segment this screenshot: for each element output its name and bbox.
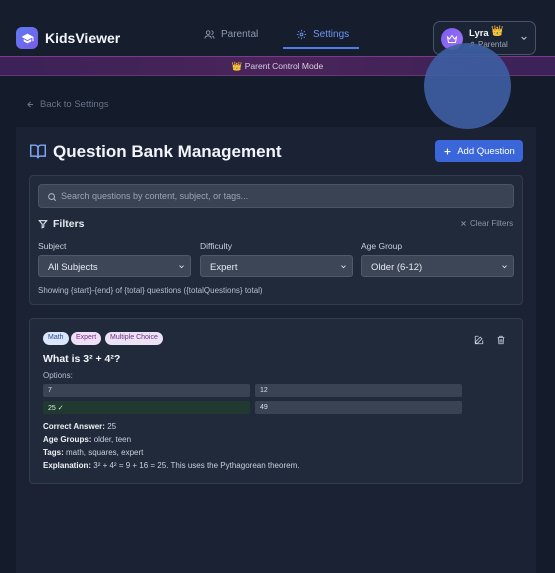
option-item: 49: [255, 401, 462, 414]
tags-label: Tags:: [43, 448, 64, 457]
chevron-down-icon: [179, 265, 184, 269]
nav-parental-label: Parental: [221, 29, 259, 40]
age-groups-label: Age Groups:: [43, 435, 92, 444]
clear-filters-label: Clear Filters: [470, 219, 514, 228]
option-item: 7: [43, 384, 250, 397]
nav-settings[interactable]: Settings: [296, 29, 349, 40]
correct-answer-row: Correct Answer: 25: [43, 422, 116, 431]
correct-answer-value: 25: [107, 422, 117, 431]
question-text: What is 3² + 4²?: [43, 353, 121, 365]
age-group-select-value: Older (6-12): [371, 262, 423, 273]
nav-parental[interactable]: Parental: [204, 29, 258, 40]
difficulty-badge: Expert: [71, 332, 102, 345]
subject-label: Subject: [38, 241, 67, 251]
difficulty-select[interactable]: Expert: [200, 255, 353, 277]
graduation-cap-icon[interactable]: [16, 27, 38, 49]
option-item: 12: [255, 384, 462, 397]
subject-select[interactable]: All Subjects: [38, 255, 191, 277]
filter-icon: [38, 220, 48, 229]
edit-icon[interactable]: [474, 335, 484, 345]
trash-icon[interactable]: [496, 335, 506, 345]
difficulty-select-value: Expert: [210, 262, 238, 273]
age-groups-value: older, teen: [93, 435, 132, 444]
brand-name[interactable]: KidsViewer: [45, 30, 120, 46]
type-badge: Multiple Choice: [105, 332, 163, 345]
crown-badge: 👑: [491, 26, 504, 37]
search-input[interactable]: [61, 185, 501, 207]
add-question-button[interactable]: Add Question: [435, 140, 523, 162]
explanation-value: 3² + 4² = 9 + 16 = 25. This uses the Pyt…: [93, 461, 300, 470]
chevron-down-icon: [341, 265, 346, 269]
tags-row: Tags: math, squares, expert: [43, 448, 143, 457]
gear-icon: [296, 29, 307, 40]
add-question-label: Add Question: [457, 145, 515, 157]
close-icon: [461, 221, 466, 226]
subject-badge: Math: [43, 332, 69, 345]
decorative-circle: [424, 43, 511, 129]
book-open-icon: [30, 144, 46, 159]
arrow-left-icon: [27, 101, 34, 108]
age-group-label: Age Group: [361, 241, 403, 251]
back-to-settings-link[interactable]: Back to Settings: [26, 99, 109, 110]
subject-select-value: All Subjects: [48, 262, 98, 273]
users-icon: [204, 30, 215, 39]
nav-settings-label: Settings: [313, 29, 350, 40]
options-label: Options:: [43, 371, 73, 380]
option-item-correct: 25 ✓: [43, 401, 250, 414]
explanation-label: Explanation:: [43, 461, 92, 470]
explanation-row: Explanation: 3² + 4² = 9 + 16 = 25. This…: [43, 461, 299, 470]
age-group-select[interactable]: Older (6-12): [361, 255, 514, 277]
tags-value: math, squares, expert: [65, 448, 144, 457]
chevron-down-icon: [502, 265, 507, 269]
plus-icon: [444, 148, 451, 154]
page-title: Question Bank Management: [53, 142, 282, 161]
age-groups-row: Age Groups: older, teen: [43, 435, 131, 444]
results-summary: Showing {start}-{end} of {total} questio…: [38, 286, 263, 295]
correct-answer-label: Correct Answer:: [43, 422, 105, 431]
user-name: Lyra: [469, 28, 489, 39]
chevron-down-icon: [521, 36, 527, 41]
difficulty-label: Difficulty: [200, 241, 232, 251]
search-icon: [48, 193, 57, 202]
active-tab-indicator: [283, 47, 359, 49]
clear-filters-button[interactable]: Clear Filters: [460, 219, 513, 228]
back-label: Back to Settings: [40, 99, 109, 110]
filters-heading-label: Filters: [53, 218, 85, 230]
filters-heading: Filters: [38, 218, 85, 230]
search-box[interactable]: [38, 184, 514, 208]
